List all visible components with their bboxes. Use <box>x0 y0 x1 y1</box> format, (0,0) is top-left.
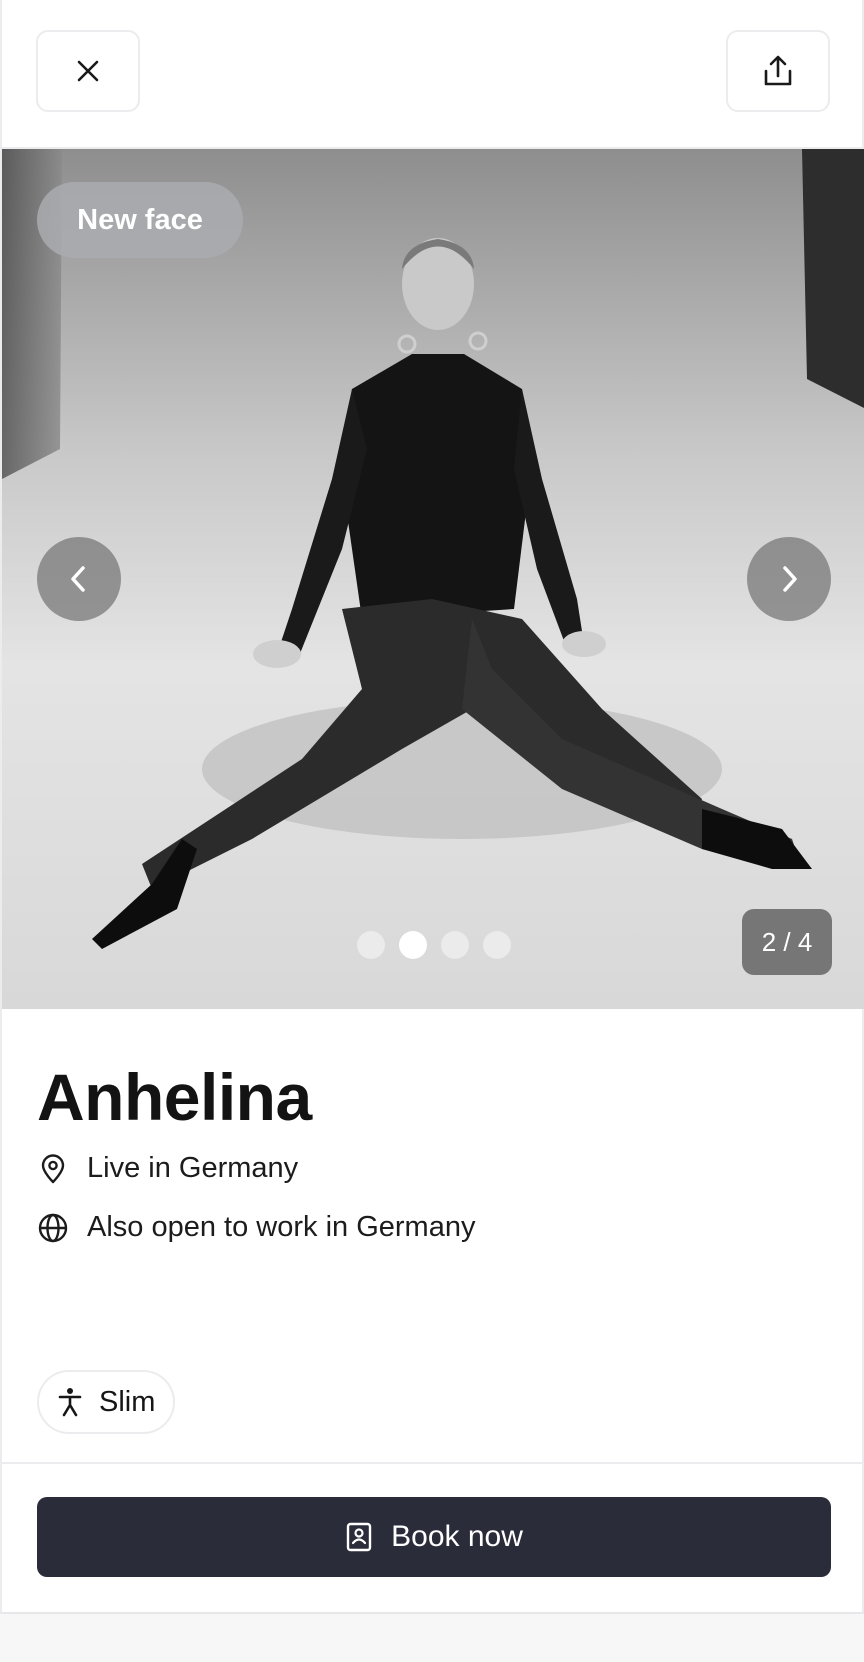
close-icon <box>77 60 99 82</box>
photo-gallery[interactable]: New face 2 / 4 <box>2 149 864 1009</box>
gallery-pagination-dots <box>357 931 511 959</box>
location-row: Live in Germany <box>37 1152 298 1185</box>
footer-divider <box>2 1462 864 1464</box>
share-button[interactable] <box>726 30 830 112</box>
close-button[interactable] <box>36 30 140 112</box>
open-to-work-row: Also open to work in Germany <box>37 1211 475 1244</box>
pagination-dot[interactable] <box>357 931 385 959</box>
chevron-left-icon <box>71 566 85 592</box>
globe-icon <box>38 1213 68 1242</box>
book-now-label: Book now <box>391 1520 523 1553</box>
body-type-tag: Slim <box>37 1370 176 1434</box>
open-to-work-text: Also open to work in Germany <box>87 1211 476 1243</box>
next-photo-button[interactable] <box>747 537 831 621</box>
share-icon <box>764 55 792 86</box>
profile-card: New face 2 / 4 Anhelina Live in Germany <box>0 0 864 1614</box>
pagination-dot[interactable] <box>483 931 511 959</box>
book-now-button[interactable]: Book now <box>37 1497 831 1577</box>
map-pin-icon <box>41 1153 65 1183</box>
contact-book-icon <box>346 1522 372 1552</box>
pagination-dot[interactable] <box>441 931 469 959</box>
body-type-label: Slim <box>99 1385 156 1418</box>
photo-counter: 2 / 4 <box>742 909 832 975</box>
previous-photo-button[interactable] <box>37 537 121 621</box>
chevron-right-icon <box>783 566 797 592</box>
new-face-badge: New face <box>37 182 243 258</box>
model-photo <box>2 149 864 1009</box>
body-type-icon <box>58 1388 82 1417</box>
location-text: Live in Germany <box>87 1152 299 1184</box>
pagination-dot-active[interactable] <box>399 931 427 959</box>
model-name: Anhelina <box>37 1060 312 1134</box>
